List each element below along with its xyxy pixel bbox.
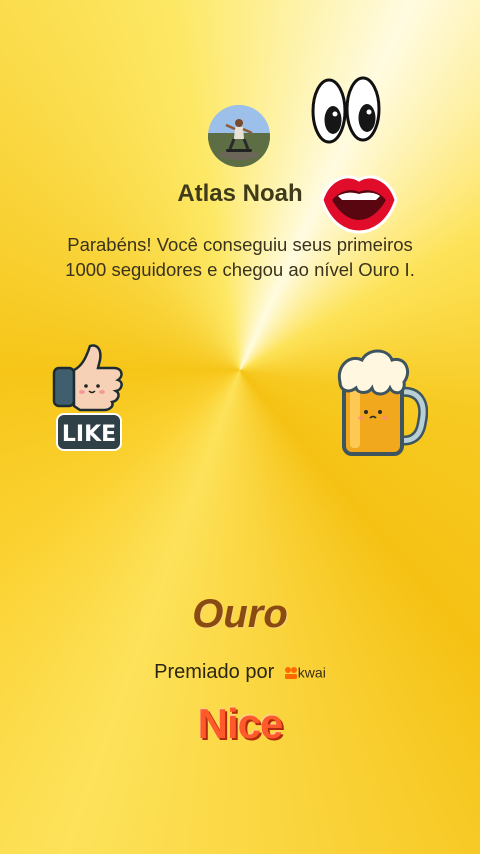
eyes-icon (311, 76, 381, 144)
skateboarder-photo (208, 105, 270, 167)
thumbs-up-icon: LIKE (52, 344, 123, 451)
kwai-brand: kwai (297, 664, 326, 681)
beer-mug-icon (337, 349, 428, 456)
level-title: Ouro (192, 592, 288, 636)
awarded-by-label: Premiado por (154, 661, 275, 683)
avatar[interactable] (208, 105, 270, 167)
awarded-by: Premiado por kwai (0, 661, 480, 684)
like-label: LIKE (62, 422, 116, 447)
lips-icon (320, 175, 398, 234)
profile-name: Atlas Noah (177, 180, 303, 207)
nice-sticker: Nice (197, 700, 284, 747)
kwai-logo-icon (284, 666, 297, 679)
congrats-message: Parabéns! Você conseguiu seus primeiros … (65, 234, 415, 280)
